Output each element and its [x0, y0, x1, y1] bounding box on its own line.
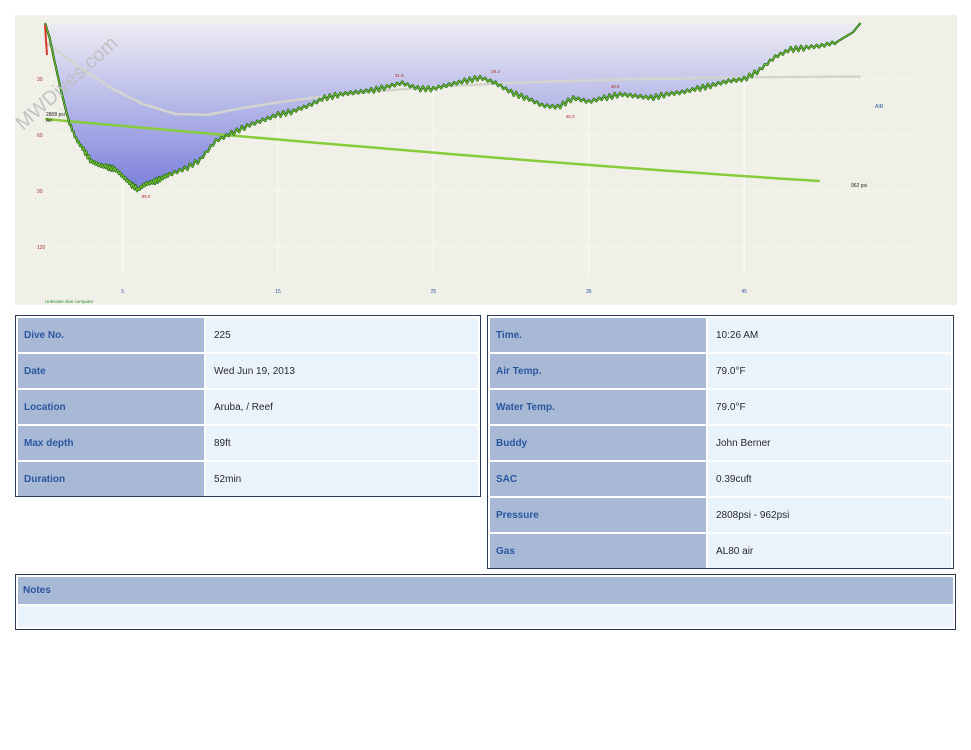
value-air-temp: 79.0°F — [708, 354, 951, 388]
row-max-depth: Max depth 89ft — [18, 426, 478, 460]
row-pressure: Pressure 2808psi - 962psi — [490, 498, 951, 532]
label-location: Location — [18, 390, 204, 424]
x-tick-label: 25 — [431, 289, 437, 295]
row-dive-no: Dive No. 225 — [18, 318, 478, 352]
dive-profile-chart: 30 60 90 120 5 15 25 35 45 89.0 31.8 29.3 46.3 38.8… — [15, 15, 957, 305]
pressure-end-label: 962 psi — [851, 183, 867, 189]
depth-label: 89.0 — [142, 194, 151, 199]
label-air-temp: Air Temp. — [490, 354, 706, 388]
value-time: 10:26 AM — [708, 318, 951, 352]
label-time: Time. — [490, 318, 706, 352]
gas-tag-air: Air — [46, 118, 52, 124]
value-sac: 0.39cuft — [708, 462, 951, 496]
value-date: Wed Jun 19, 2013 — [206, 354, 478, 388]
x-tick-label: 45 — [741, 289, 747, 295]
value-location: Aruba, / Reef — [206, 390, 478, 424]
notes-title: Notes — [18, 577, 953, 604]
label-duration: Duration — [18, 462, 204, 496]
row-water-temp: Water Temp. 79.0°F — [490, 390, 951, 424]
x-tick-label: 15 — [275, 289, 281, 295]
label-pressure: Pressure — [490, 498, 706, 532]
label-water-temp: Water Temp. — [490, 390, 706, 424]
row-date: Date Wed Jun 19, 2013 — [18, 354, 478, 388]
notes-panel: Notes — [15, 574, 956, 630]
row-buddy: Buddy John Berner — [490, 426, 951, 460]
value-duration: 52min — [206, 462, 478, 496]
x-tick-label: 5 — [121, 289, 124, 295]
value-buddy: John Berner — [708, 426, 951, 460]
dive-info-table: Dive No. 225 Date Wed Jun 19, 2013 Locatio… — [15, 315, 481, 497]
row-time: Time. 10:26 AM — [490, 318, 951, 352]
label-sac: SAC — [490, 462, 706, 496]
value-gas: AL80 air — [708, 534, 951, 568]
dive-computer-label: Unknown dive computer — [45, 299, 94, 304]
label-dive-no: Dive No. — [18, 318, 204, 352]
value-pressure: 2808psi - 962psi — [708, 498, 951, 532]
notes-body — [18, 606, 953, 627]
row-air-temp: Air Temp. 79.0°F — [490, 354, 951, 388]
row-location: Location Aruba, / Reef — [18, 390, 478, 424]
depth-label: 46.3 — [566, 114, 575, 119]
value-dive-no: 225 — [206, 318, 478, 352]
row-sac: SAC 0.39cuft — [490, 462, 951, 496]
label-buddy: Buddy — [490, 426, 706, 460]
gas-tag-air-right: AIR — [875, 104, 884, 110]
row-gas: Gas AL80 air — [490, 534, 951, 568]
depth-label: 29.3 — [491, 69, 500, 74]
value-water-temp: 79.0°F — [708, 390, 951, 424]
depth-label: 31.8 — [395, 73, 404, 78]
y-tick-label: 90 — [37, 189, 43, 195]
label-max-depth: Max depth — [18, 426, 204, 460]
depth-label: 38.8 — [611, 84, 620, 89]
y-tick-label: 120 — [37, 245, 46, 251]
row-duration: Duration 52min — [18, 462, 478, 496]
y-tick-label: 60 — [37, 133, 43, 139]
label-date: Date — [18, 354, 204, 388]
label-gas: Gas — [490, 534, 706, 568]
value-max-depth: 89ft — [206, 426, 478, 460]
y-tick-label: 30 — [37, 77, 43, 83]
x-tick-label: 35 — [586, 289, 592, 295]
dive-conditions-table: Time. 10:26 AM Air Temp. 79.0°F Water Temp… — [487, 315, 954, 569]
